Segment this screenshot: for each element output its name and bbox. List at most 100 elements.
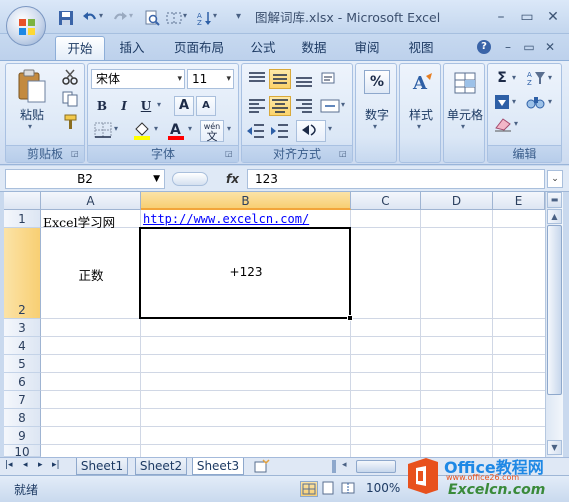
cell-a2[interactable]: 正数	[41, 265, 141, 284]
copy-icon[interactable]	[62, 91, 78, 107]
name-box-dropdown-icon[interactable]: ▼	[153, 170, 160, 188]
worksheet-grid[interactable]: A B C D E 1 2 3 4 5 6 7 8 9 10 Excel学习网 …	[4, 192, 545, 457]
underline-button[interactable]: U	[136, 96, 156, 116]
wrap-dropdown-icon[interactable]: ▾	[328, 124, 332, 133]
number-label[interactable]: 数字	[356, 106, 398, 123]
phonetic-button[interactable]: wén 文	[200, 120, 224, 142]
ribbon-restore-button[interactable]: ▭	[521, 39, 537, 55]
font-size-dropdown-icon[interactable]: ▾	[226, 70, 231, 88]
scroll-down-arrow[interactable]: ▼	[547, 440, 562, 455]
merge-center-icon[interactable]	[320, 96, 340, 116]
page-break-view-button[interactable]	[340, 481, 358, 497]
bold-button[interactable]: B	[92, 96, 112, 116]
font-name-combo[interactable]: 宋体 ▾	[91, 69, 185, 89]
shrink-font-button[interactable]: A	[196, 96, 216, 116]
row-header-4[interactable]: 4	[4, 337, 41, 355]
next-sheet-arrow[interactable]: ▸	[38, 460, 43, 470]
number-dropdown-icon[interactable]: ▾	[373, 122, 377, 131]
paste-label[interactable]: 粘贴	[10, 106, 54, 123]
italic-button[interactable]: I	[114, 96, 134, 116]
tab-review[interactable]: 审阅	[349, 36, 385, 60]
styles-icon[interactable]: A	[408, 70, 434, 96]
phonetic-dropdown-icon[interactable]: ▾	[227, 124, 231, 133]
increase-indent-icon[interactable]	[270, 122, 290, 140]
row-header-3[interactable]: 3	[4, 319, 41, 337]
row-header-9[interactable]: 9	[4, 427, 41, 445]
scroll-left-arrow[interactable]: ◂	[342, 460, 347, 470]
paste-icon[interactable]	[16, 69, 48, 105]
find-dropdown-icon[interactable]: ▾	[548, 97, 552, 106]
tab-formulas[interactable]: 公式	[245, 36, 281, 60]
tab-home[interactable]: 开始	[55, 36, 105, 60]
cell-a1[interactable]: Excel学习网	[43, 212, 115, 231]
row-header-1[interactable]: 1	[4, 210, 41, 228]
styles-dropdown-icon[interactable]: ▾	[417, 122, 421, 131]
row-header-5[interactable]: 5	[4, 355, 41, 373]
cell-b1-link[interactable]: http://www.excelcn.com/	[143, 212, 309, 226]
row-header-10[interactable]: 10	[4, 445, 41, 457]
horizontal-scroll-thumb[interactable]	[356, 460, 396, 473]
redo-icon[interactable]	[112, 10, 128, 26]
sheet-tab-3[interactable]: Sheet3	[192, 458, 244, 475]
undo-dropdown-icon[interactable]: ▾	[99, 11, 103, 20]
orientation-icon[interactable]	[320, 69, 340, 89]
borders-qa-dropdown-icon[interactable]: ▾	[183, 11, 187, 20]
align-left-icon[interactable]	[246, 96, 268, 116]
formula-bar-splitter[interactable]	[172, 172, 208, 186]
fill-icon[interactable]	[494, 94, 510, 110]
wrap-text-button[interactable]	[296, 120, 326, 142]
row-header-2[interactable]: 2	[4, 228, 41, 319]
align-middle-button[interactable]	[269, 69, 291, 89]
font-name-dropdown-icon[interactable]: ▾	[177, 70, 182, 88]
page-layout-view-button[interactable]	[320, 481, 338, 497]
borders-dropdown-icon[interactable]: ▾	[114, 124, 118, 133]
last-sheet-arrow[interactable]: ▸|	[52, 460, 60, 470]
tab-view[interactable]: 视图	[403, 36, 439, 60]
office-button[interactable]	[6, 6, 46, 46]
customize-qa-icon[interactable]: ▾	[236, 9, 244, 25]
format-painter-icon[interactable]	[62, 114, 78, 130]
sort-filter-dropdown-icon[interactable]: ▾	[548, 73, 552, 82]
close-workbook-button[interactable]: ✕	[542, 39, 558, 55]
normal-view-button[interactable]	[300, 481, 318, 497]
cells-dropdown-icon[interactable]: ▾	[461, 122, 465, 131]
clear-icon[interactable]	[494, 116, 512, 132]
column-header-c[interactable]: C	[351, 192, 421, 210]
vertical-scrollbar[interactable]: ▬ ▲ ▼	[545, 192, 563, 457]
insert-function-button[interactable]: fx	[226, 169, 239, 189]
merge-dropdown-icon[interactable]: ▾	[341, 100, 345, 109]
minimize-button[interactable]: –	[488, 7, 514, 27]
sort-az-icon[interactable]: AZ	[196, 10, 212, 26]
align-top-icon[interactable]	[246, 69, 268, 89]
column-header-e[interactable]: E	[493, 192, 545, 210]
styles-label[interactable]: 样式	[400, 106, 442, 123]
column-header-b[interactable]: B	[141, 192, 351, 210]
align-bottom-icon[interactable]	[293, 69, 315, 89]
autosum-icon[interactable]: Σ	[492, 68, 512, 88]
alignment-launcher-icon[interactable]: ◲	[339, 149, 349, 159]
font-size-combo[interactable]: 11 ▾	[187, 69, 234, 89]
print-preview-icon[interactable]	[144, 10, 160, 26]
save-icon[interactable]	[58, 10, 74, 26]
find-select-icon[interactable]	[526, 93, 546, 111]
undo-icon[interactable]	[82, 10, 98, 26]
name-box[interactable]: B2 ▼	[5, 169, 165, 189]
sheet-tab-2[interactable]: Sheet2	[135, 458, 187, 475]
scroll-up-arrow[interactable]: ▲	[547, 209, 562, 224]
zoom-level[interactable]: 100%	[366, 481, 400, 495]
insert-worksheet-icon[interactable]	[253, 459, 271, 474]
maximize-button[interactable]: ▭	[514, 7, 540, 27]
tab-data[interactable]: 数据	[296, 36, 332, 60]
fill-dropdown-icon[interactable]: ▾	[512, 97, 516, 106]
formula-input[interactable]: 123	[247, 169, 545, 189]
autosum-dropdown-icon[interactable]: ▾	[512, 73, 516, 82]
cut-icon[interactable]	[62, 69, 78, 85]
sort-filter-icon[interactable]: AZ	[526, 69, 546, 87]
percent-icon[interactable]: %	[364, 70, 390, 94]
borders-icon[interactable]	[94, 122, 112, 138]
select-all-button[interactable]	[4, 192, 41, 210]
prev-sheet-arrow[interactable]: ◂	[23, 460, 28, 470]
underline-dropdown-icon[interactable]: ▾	[157, 100, 161, 109]
expand-formula-bar-icon[interactable]: ⌄	[547, 170, 563, 188]
clear-dropdown-icon[interactable]: ▾	[514, 119, 518, 128]
